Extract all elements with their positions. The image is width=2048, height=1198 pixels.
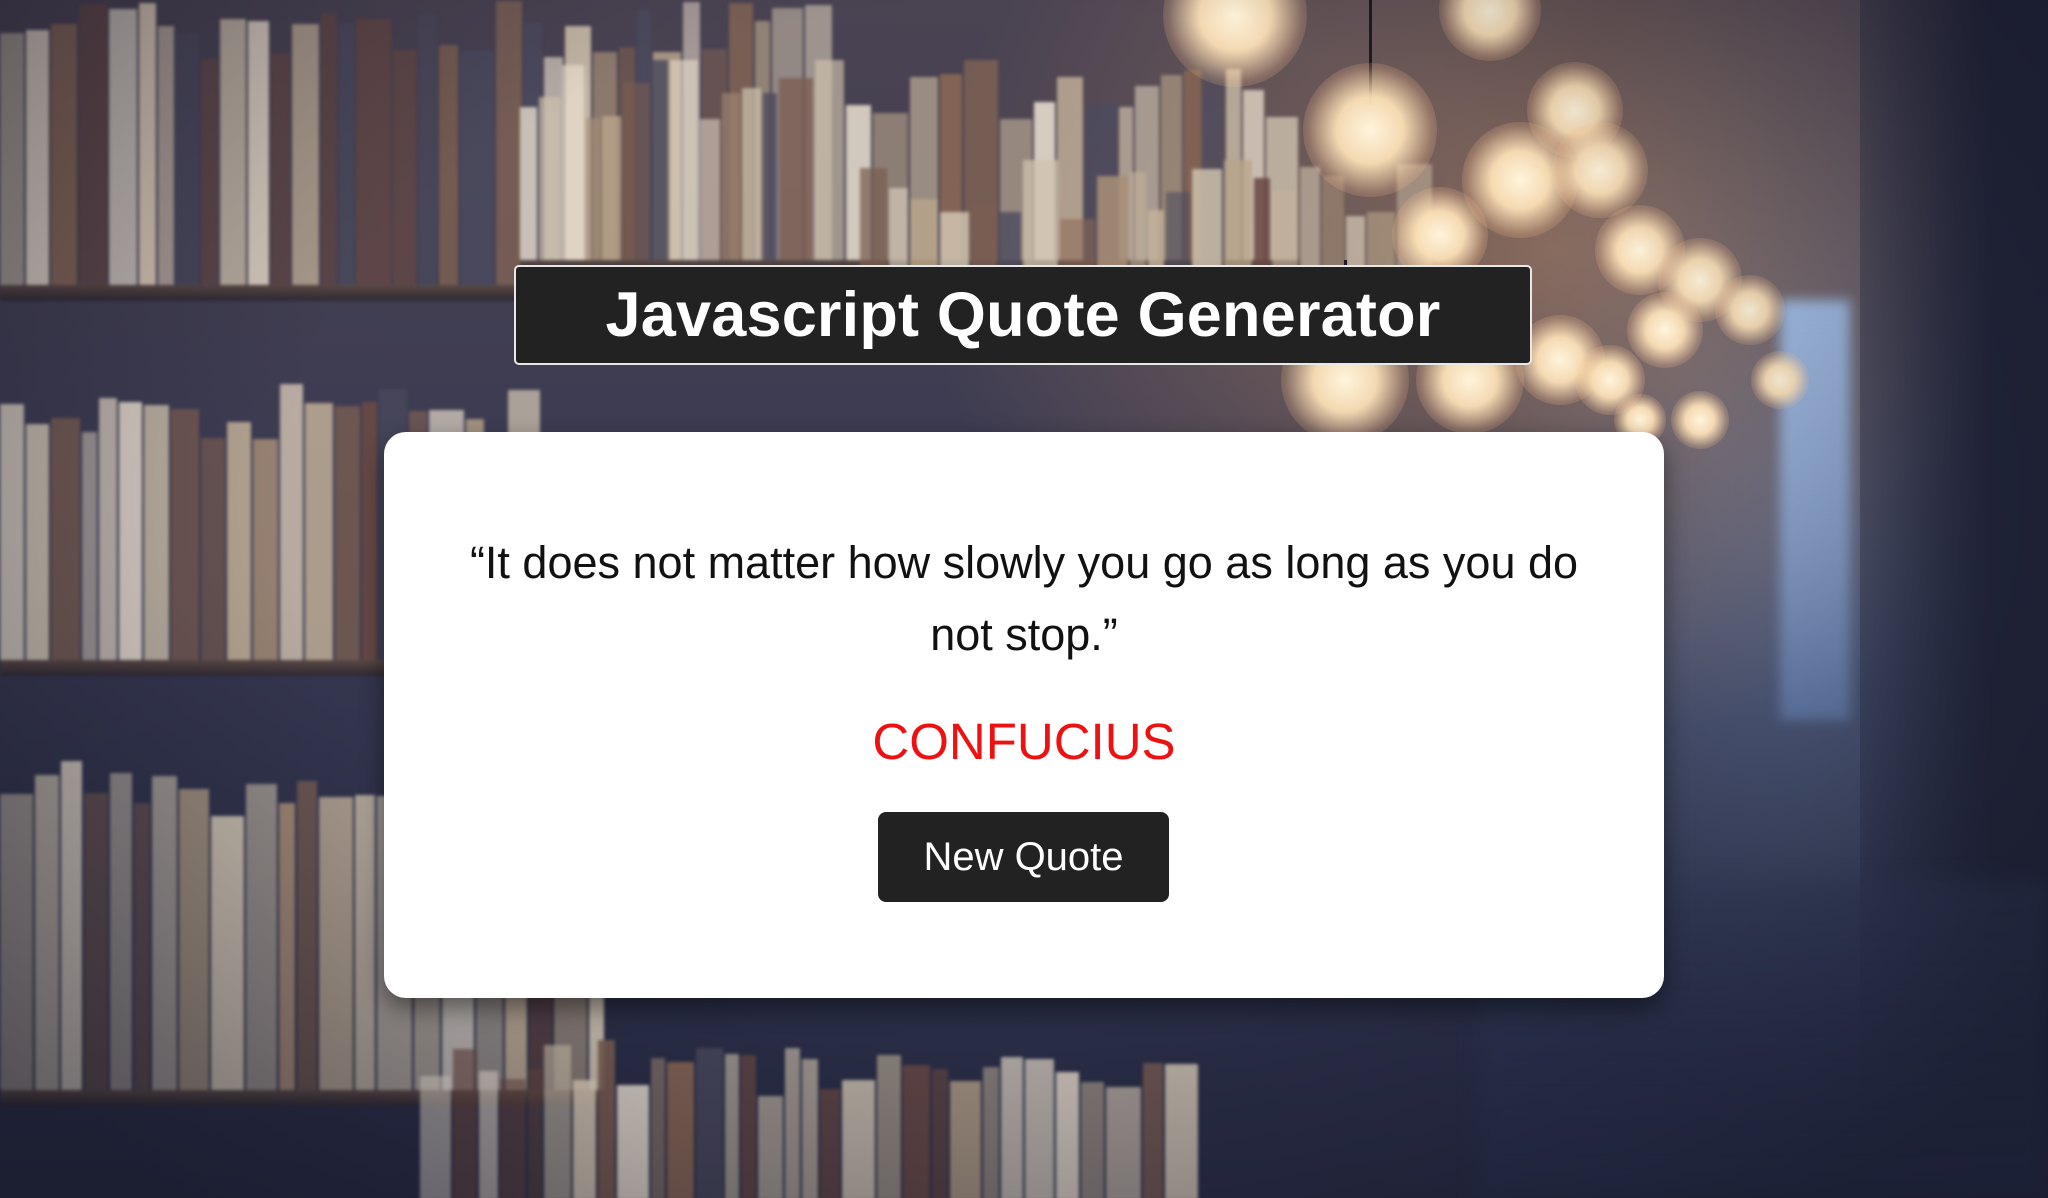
page-title: Javascript Quote Generator [605,280,1441,350]
quote-author: CONFUCIUS [872,713,1176,770]
quote-card: “It does not matter how slowly you go as… [384,432,1664,998]
app-page: Javascript Quote Generator “It does not … [0,0,2048,1198]
new-quote-button[interactable]: New Quote [878,812,1169,902]
quote-text: “It does not matter how slowly you go as… [469,537,1579,660]
title-banner: Javascript Quote Generator [514,265,1532,365]
